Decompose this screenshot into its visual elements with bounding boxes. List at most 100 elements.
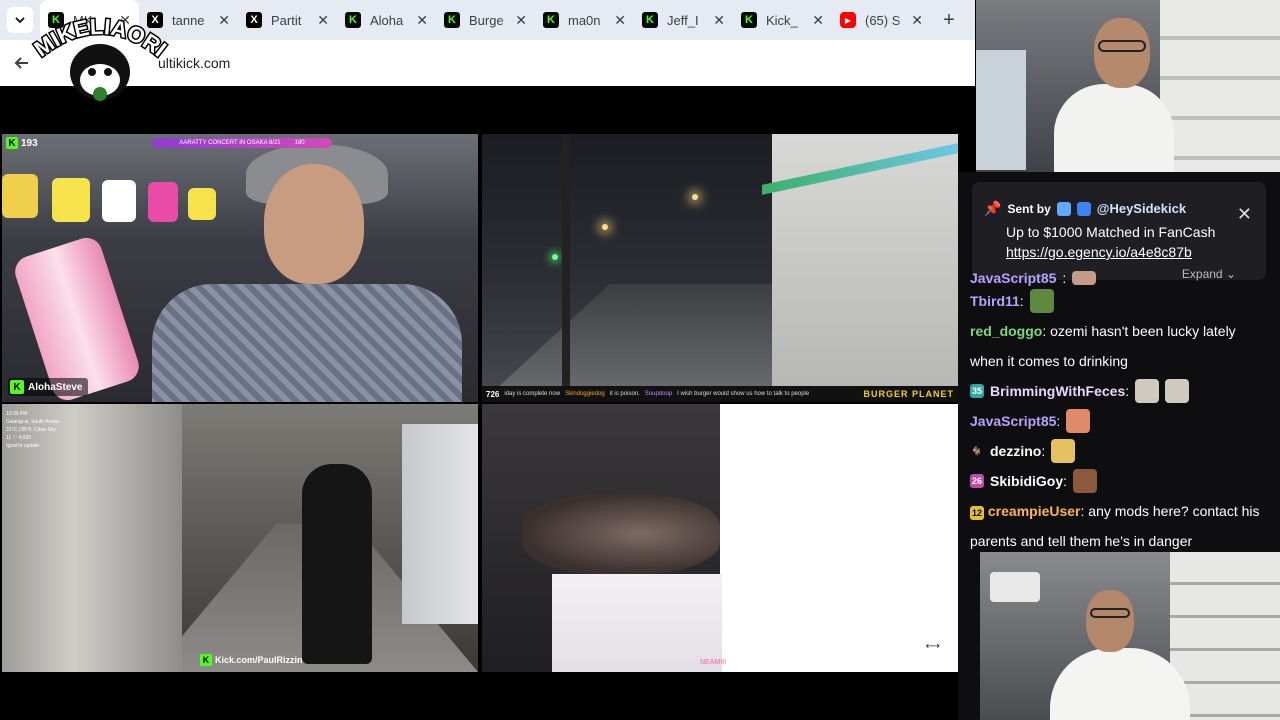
stream-blank-area — [720, 404, 958, 672]
pole — [562, 134, 570, 394]
chat-message: 🐐 dezzino: — [970, 436, 1270, 466]
hud-weather: 31°C | 88°F, Clear Sky — [6, 427, 56, 433]
tab-title: (65) S — [865, 12, 901, 28]
close-icon[interactable]: ✕ — [713, 12, 725, 29]
close-icon[interactable]: ✕ — [317, 12, 329, 29]
sub-badge-icon: 26 — [970, 474, 984, 488]
chat-message: red_doggo: ozemi hasn't been lucky latel… — [970, 323, 1236, 369]
stream-tile-1[interactable]: K 193 AARATTY CONCERT IN OSAKA 8/21 180 … — [2, 134, 478, 402]
pinned-text: Up to $1000 Matched in FanCash — [1006, 224, 1216, 240]
train-car — [402, 424, 478, 624]
walking-person — [302, 464, 372, 664]
tab-3[interactable]: K Aloha ✕ — [337, 0, 436, 40]
new-tab-button[interactable]: + — [931, 0, 967, 40]
close-icon[interactable]: ✕ — [812, 12, 824, 29]
event-banner-text: AARATTY CONCERT IN OSAKA 8/21 — [179, 140, 281, 146]
pin-icon: 📌 — [984, 200, 1002, 216]
webcam-top — [976, 0, 1280, 172]
drink-can — [11, 233, 143, 402]
glasses — [1098, 40, 1146, 52]
close-icon[interactable]: ✕ — [416, 12, 428, 29]
streamer-name-badge: K AlohaSteve — [8, 378, 89, 396]
kick-icon: K — [345, 12, 361, 28]
emote-icon — [1066, 409, 1091, 433]
storefront-signs — [2, 174, 478, 244]
webcam-subject-body — [1050, 648, 1190, 720]
emote-icon — [1165, 379, 1190, 403]
tab-8[interactable]: ▶ (65) S ✕ — [832, 0, 931, 40]
emote-icon — [1072, 271, 1097, 285]
chat-username[interactable]: JavaScript85 — [970, 270, 1056, 286]
tab-title: Jeff_I — [667, 12, 699, 28]
glasses — [1090, 608, 1130, 618]
resize-arrow-icon[interactable]: ⟷ — [926, 641, 940, 652]
tab-title: Burge — [469, 12, 504, 28]
traffic-light — [552, 254, 558, 260]
hud-location: Gwangi-si, South Korea — [6, 419, 59, 425]
ticker-user: Skindoggiedog — [565, 391, 605, 397]
pinned-link[interactable]: https://go.egency.io/a4e8c87b — [1006, 244, 1192, 260]
close-icon[interactable]: ✕ — [1237, 204, 1252, 225]
chat-message: JavaScript85: — [970, 406, 1270, 436]
emote-icon — [1029, 289, 1054, 313]
ticker-message: iday is complete now — [504, 391, 561, 397]
kick-icon: K — [444, 12, 460, 28]
chat-username[interactable]: JavaScript85 — [970, 413, 1056, 429]
chat-ticker: 726 iday is complete now Skindoggiedog i… — [482, 386, 958, 402]
tab-7[interactable]: K Kick_ ✕ — [733, 0, 832, 40]
pinned-message: 📌 Sent by @HeySidekick ✕ Up to $1000 Mat… — [972, 182, 1266, 281]
kick-icon: K — [642, 12, 658, 28]
kick-url-text: Kick.com/PaulRizzin — [215, 655, 303, 665]
stream-tag: NEAMIII — [700, 659, 727, 666]
youtube-icon: ▶ — [840, 12, 856, 28]
tab-2[interactable]: X Partit ✕ — [238, 0, 337, 40]
webcam-subject-face — [1094, 18, 1150, 88]
x-icon: X — [246, 12, 262, 28]
ticker-message: I wish burger would show us how to talk … — [677, 391, 810, 397]
close-icon[interactable]: ✕ — [911, 12, 923, 29]
chat-messages: JavaScript85: Tbird11: red_doggo: ozemi … — [970, 270, 1270, 556]
tab-4[interactable]: K Burge ✕ — [436, 0, 535, 40]
tab-title: ma0n — [568, 12, 601, 28]
pinned-user[interactable]: @HeySidekick — [1097, 201, 1186, 216]
chat-username[interactable]: red_doggo — [970, 323, 1042, 339]
chat-message: Tbird11: — [970, 286, 1270, 316]
chat-username[interactable]: creampieUser — [988, 503, 1081, 519]
sub-badge-icon: 12 — [970, 506, 984, 520]
pinned-sent-by: Sent by — [1007, 201, 1051, 216]
tab-5[interactable]: K ma0n ✕ — [535, 0, 634, 40]
channel-logo: MIKELIAORI — [28, 10, 173, 105]
kick-icon: K — [6, 137, 18, 149]
stream-subject-shirt — [152, 284, 462, 402]
viewer-count-badge: K 193 — [6, 137, 38, 149]
hud-goal: !goal to update — [6, 443, 40, 449]
screen: K MK ✕ X tanne ✕ X Partit ✕ K Aloha ✕ K … — [0, 0, 1280, 720]
chat-username[interactable]: dezzino — [990, 443, 1041, 459]
close-icon[interactable]: ✕ — [218, 12, 230, 29]
emote-icon — [1073, 469, 1098, 493]
close-icon[interactable]: ✕ — [515, 12, 527, 29]
street-light — [602, 224, 608, 230]
stream-hud: 10:30 PM Gwangi-si, South Korea 31°C | 8… — [6, 410, 59, 450]
brand-label: BURGER PLANET — [863, 389, 954, 399]
room-shelf — [1160, 0, 1280, 172]
tab-title: tanne — [172, 12, 205, 28]
stream-tile-4[interactable]: NEAMIII ⟷ — [482, 404, 958, 672]
stream-subject-face — [264, 164, 364, 284]
event-banner: AARATTY CONCERT IN OSAKA 8/21 180 — [152, 138, 332, 148]
close-icon[interactable]: ✕ — [614, 12, 626, 29]
chat-username[interactable]: Tbird11 — [970, 293, 1020, 309]
badge-icon — [1076, 201, 1091, 216]
chat-username[interactable]: BrimmingWithFeces — [990, 383, 1125, 399]
tab-6[interactable]: K Jeff_I ✕ — [634, 0, 733, 40]
ticker-user: Soupdoop — [644, 391, 673, 397]
streamer-name: AlohaSteve — [28, 381, 83, 393]
ticker-message: it is poison. — [609, 391, 640, 397]
street-light — [692, 194, 698, 200]
sub-badge-icon: 35 — [970, 384, 984, 398]
chat-username[interactable]: SkibidiGoy — [990, 473, 1063, 489]
tab-title: Partit — [271, 12, 302, 28]
street-road — [482, 284, 802, 402]
stream-tile-3[interactable]: 10:30 PM Gwangi-si, South Korea 31°C | 8… — [2, 404, 478, 672]
stream-tile-2[interactable] — [482, 134, 958, 402]
